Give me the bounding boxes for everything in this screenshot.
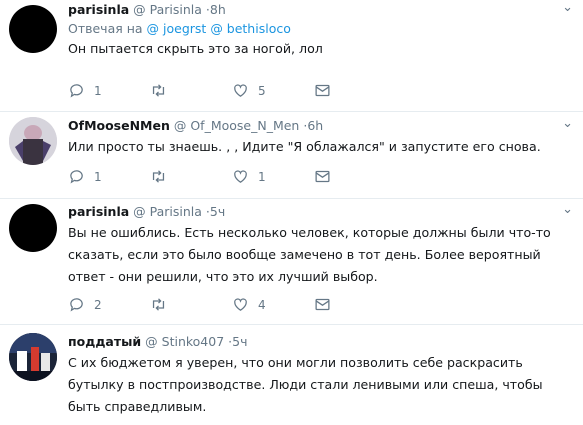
like-icon <box>234 170 247 183</box>
retweet-button[interactable] <box>150 168 232 185</box>
retweet-icon <box>152 84 165 97</box>
avatar[interactable] <box>9 204 57 252</box>
display-name[interactable]: OfMooseNMen <box>68 118 170 133</box>
tweet-text: С их бюджетом я уверен, что они могли по… <box>68 355 543 414</box>
reply-icon <box>70 298 83 312</box>
tweet-4[interactable]: поддатый @ Stinko407 ·5ч С их бюджетом я… <box>0 325 583 425</box>
reply-button[interactable]: 1 <box>68 82 150 99</box>
tweet-text: Он пытается скрыть это за ногой, лол <box>68 41 323 56</box>
tweet-3[interactable]: parisinla @ Parisinla ·5ч ⌄ Вы не ошибли… <box>0 199 583 325</box>
replying-to: Отвечая на @ joegrst @ bethisloco <box>68 21 573 36</box>
retweet-button[interactable] <box>150 296 232 313</box>
reply-count: 2 <box>94 297 102 312</box>
reply-count: 1 <box>94 83 102 98</box>
retweet-button[interactable] <box>150 82 232 99</box>
timestamp[interactable]: 5ч <box>232 334 247 349</box>
reply-count: 1 <box>94 169 102 184</box>
retweet-icon <box>152 298 165 311</box>
reply-icon <box>70 84 83 98</box>
avatar-image <box>9 333 57 381</box>
like-icon <box>234 84 247 97</box>
user-handle[interactable]: @ Parisinla <box>133 2 202 17</box>
chevron-down-icon[interactable]: ⌄ <box>562 116 573 132</box>
avatar[interactable] <box>9 5 57 53</box>
direct-message-icon <box>315 170 330 183</box>
direct-message-button[interactable] <box>314 296 331 313</box>
user-handle[interactable]: @ Parisinla <box>133 204 202 219</box>
direct-message-icon <box>315 298 330 311</box>
direct-message-icon <box>315 84 330 97</box>
avatar[interactable] <box>9 333 57 381</box>
replying-to-label: Отвечая на <box>68 21 143 36</box>
reply-button[interactable]: 1 <box>68 168 150 185</box>
like-button[interactable]: 1 <box>232 168 314 185</box>
display-name[interactable]: parisinla <box>68 2 129 17</box>
avatar-image <box>9 117 57 165</box>
display-name[interactable]: parisinla <box>68 204 129 219</box>
like-count: 5 <box>258 83 266 98</box>
direct-message-button[interactable] <box>314 168 331 185</box>
chevron-down-icon[interactable]: ⌄ <box>562 202 573 218</box>
direct-message-button[interactable] <box>314 82 331 99</box>
display-name[interactable]: поддатый <box>68 334 141 349</box>
avatar[interactable] <box>9 117 57 165</box>
chevron-down-icon[interactable]: ⌄ <box>562 0 573 16</box>
timestamp[interactable]: 8h <box>210 2 226 17</box>
like-button[interactable]: 4 <box>232 296 314 313</box>
tweet-1[interactable]: parisinla @ Parisinla ·8h ⌄ Отвечая на @… <box>0 0 583 112</box>
user-handle[interactable]: @ Stinko407 <box>145 334 224 349</box>
tweet-text: Вы не ошиблись. Есть несколько человек, … <box>68 225 551 284</box>
reply-button[interactable]: 2 <box>68 296 150 313</box>
reply-icon <box>70 170 83 184</box>
tweet-text: Или просто ты знаешь. , , Идите "Я облаж… <box>68 139 541 154</box>
mention-link[interactable]: @ joegrst <box>147 21 207 36</box>
like-count: 4 <box>258 297 266 312</box>
like-button[interactable]: 5 <box>232 82 314 99</box>
retweet-icon <box>152 170 165 183</box>
mention-link[interactable]: @ bethisloco <box>210 21 291 36</box>
like-count: 1 <box>258 169 266 184</box>
like-icon <box>234 298 247 311</box>
user-handle[interactable]: @ Of_Moose_N_Men <box>174 118 300 133</box>
timestamp[interactable]: 6h <box>307 118 323 133</box>
timestamp[interactable]: 5ч <box>210 204 225 219</box>
tweet-2[interactable]: OfMooseNMen @ Of_Moose_N_Men ·6h ⌄ Или п… <box>0 112 583 199</box>
